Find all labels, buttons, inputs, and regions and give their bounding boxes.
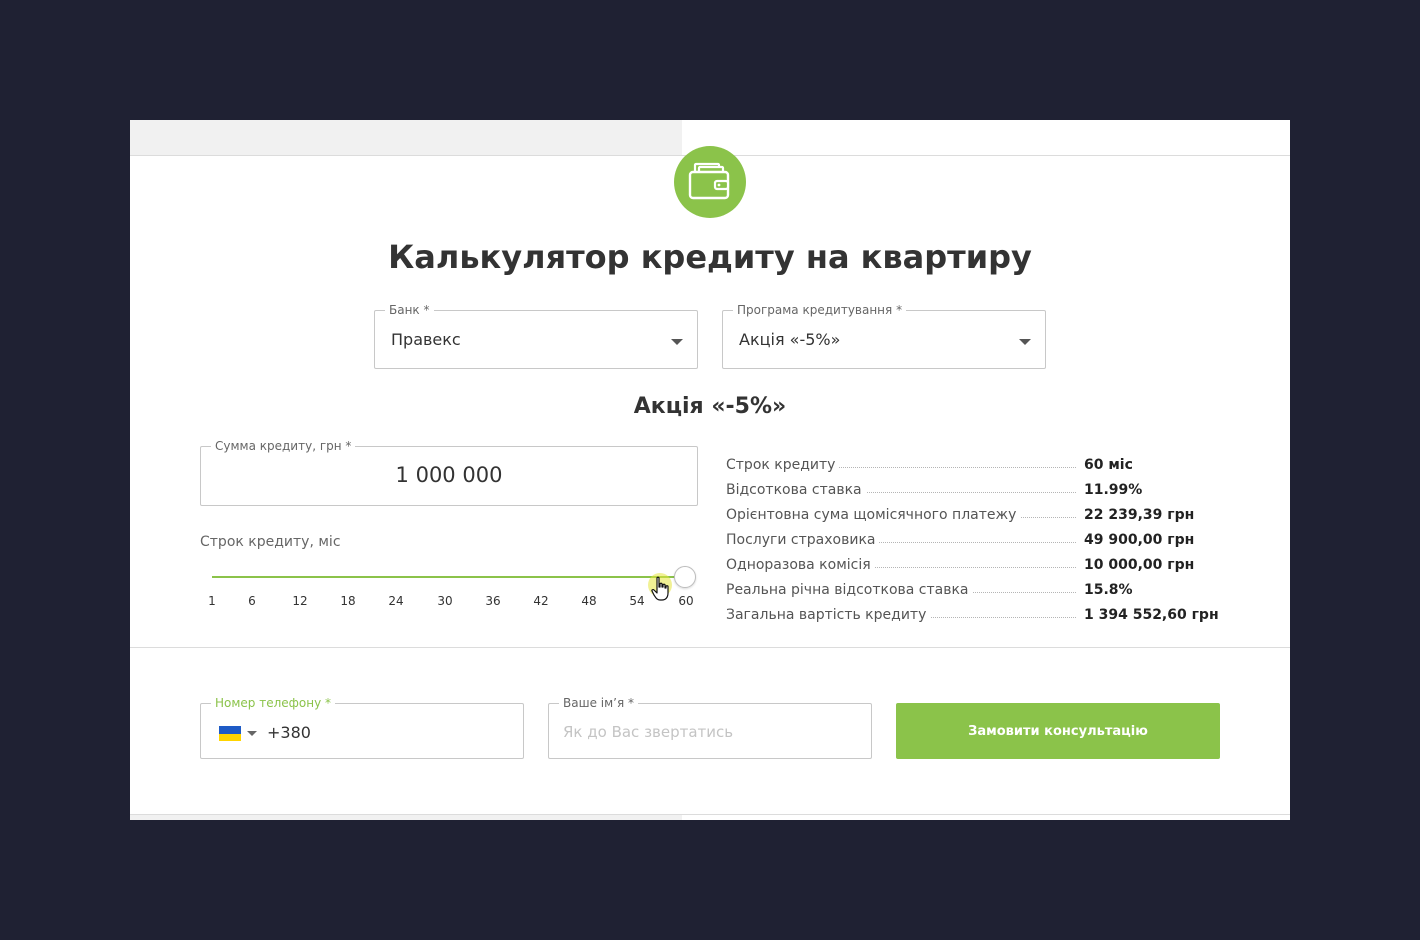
summary-row: Реальна річна відсоткова ставка 15.8% [726,573,1196,598]
phone-label: Номер телефону * [211,695,336,711]
tick-label: 42 [533,594,549,608]
summary-label: Орієнтовна сума щомісячного платежу [726,507,1021,523]
program-value: Акція «-5%» [739,330,841,349]
tick-label: 60 [678,594,694,608]
calculator-card: Калькулятор кредиту на квартиру Банк * П… [130,120,1290,820]
summary-label: Відсоткова ставка [726,482,866,498]
order-consultation-button[interactable]: Замовити консультацію [896,703,1220,759]
chevron-down-icon [671,339,683,345]
section-divider [130,647,1290,648]
name-field: Ваше ім’я * [548,695,872,759]
tick-label: 1 [208,594,216,608]
wallet-logo [674,146,746,218]
bottom-strip [130,814,1290,820]
summary-row: Орієнтовна сума щомісячного платежу 22 2… [726,498,1196,523]
amount-value: 1 000 000 [395,463,503,487]
amount-label: Сумма кредиту, грн * [211,438,356,454]
tick-label: 18 [340,594,356,608]
tick-label: 30 [437,594,453,608]
bank-label: Банк * [385,302,434,318]
summary-label: Реальна річна відсоткова ставка [726,582,973,598]
summary-value: 15.8% [1084,582,1133,598]
page-title: Калькулятор кредиту на квартиру [388,238,1032,276]
summary-label: Послуги страховика [726,532,880,548]
summary-row: Строк кредиту 60 міс [726,448,1196,473]
summary-value: 1 394 552,60 грн [1084,607,1219,623]
bank-select[interactable]: Банк * Правекс [374,302,698,369]
bank-value: Правекс [391,330,461,349]
summary-value: 11.99% [1084,482,1143,498]
slider-thumb[interactable] [674,566,696,588]
summary-row: Послуги страховика 49 900,00 грн [726,523,1196,548]
term-slider[interactable]: 1 6 12 18 24 30 36 42 48 54 60 [200,564,700,608]
tick-label: 12 [292,594,308,608]
program-select[interactable]: Програма кредитування * Акція «-5%» [722,302,1046,369]
slider-track[interactable] [212,576,686,592]
name-label: Ваше ім’я * [559,695,638,711]
program-title: Акція «-5%» [633,394,787,419]
summary-label: Строк кредиту [726,457,840,473]
wallet-icon [688,162,730,200]
tick-label: 24 [388,594,404,608]
hand-cursor-icon [651,576,669,601]
phone-value[interactable]: +380 [267,723,311,742]
summary-label: Одноразова комісія [726,557,875,573]
chevron-down-icon[interactable] [247,731,257,736]
program-label: Програма кредитування * [733,302,907,318]
summary-row: Загальна вартість кредиту 1 394 552,60 г… [726,598,1219,623]
summary-row: Відсоткова ставка 11.99% [726,473,1196,498]
phone-field[interactable]: Номер телефону * +380 [200,695,524,759]
tick-label: 48 [581,594,597,608]
tick-label: 54 [629,594,645,608]
term-label: Строк кредиту, міс [200,534,341,550]
amount-field[interactable]: Сумма кредиту, грн * 1 000 000 [200,438,698,506]
name-input[interactable] [563,720,853,744]
loan-summary: Строк кредиту 60 міс Відсоткова ставка 1… [726,448,1219,623]
summary-value: 49 900,00 грн [1084,532,1195,548]
summary-label: Загальна вартість кредиту [726,607,931,623]
summary-value: 60 міс [1084,457,1133,473]
chevron-down-icon [1019,339,1031,345]
summary-value: 22 239,39 грн [1084,507,1195,523]
summary-value: 10 000,00 грн [1084,557,1195,573]
tick-label: 6 [248,594,256,608]
tick-label: 36 [485,594,501,608]
summary-row: Одноразова комісія 10 000,00 грн [726,548,1196,573]
ukraine-flag-icon[interactable] [219,726,241,741]
